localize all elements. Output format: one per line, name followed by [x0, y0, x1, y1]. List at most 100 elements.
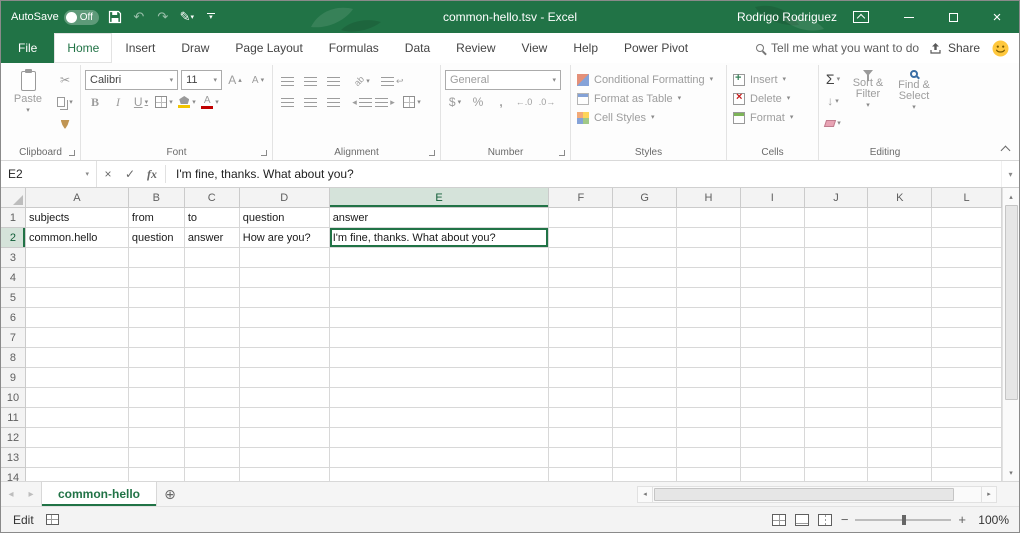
cell-F8[interactable] — [549, 348, 613, 368]
save-button[interactable] — [107, 6, 123, 28]
cell-L7[interactable] — [932, 328, 1002, 348]
cell-G12[interactable] — [613, 428, 677, 448]
cell-A12[interactable] — [26, 428, 129, 448]
page-layout-view-button[interactable] — [795, 514, 809, 526]
column-header-G[interactable]: G — [613, 188, 677, 208]
row-header-7[interactable]: 7 — [1, 328, 26, 348]
cell-J12[interactable] — [805, 428, 869, 448]
delete-cells-button[interactable]: Delete▾ — [731, 89, 814, 108]
cell-A8[interactable] — [26, 348, 129, 368]
cell-B5[interactable] — [129, 288, 185, 308]
cell-J14[interactable] — [805, 468, 869, 481]
tell-me-box[interactable]: Tell me what you want to do — [756, 33, 919, 63]
cell-E9[interactable] — [330, 368, 550, 388]
cell-G7[interactable] — [613, 328, 677, 348]
cell-B1[interactable]: from — [129, 208, 185, 228]
tab-draw[interactable]: Draw — [168, 33, 222, 63]
cell-D2[interactable]: How are you? — [240, 228, 330, 248]
cell-F1[interactable] — [549, 208, 613, 228]
conditional-formatting-button[interactable]: Conditional Formatting▾ — [575, 70, 722, 89]
cell-C7[interactable] — [185, 328, 240, 348]
cell-J10[interactable] — [805, 388, 869, 408]
cell-D5[interactable] — [240, 288, 330, 308]
cell-J8[interactable] — [805, 348, 869, 368]
scroll-down-button[interactable]: ▾ — [1003, 464, 1020, 481]
tab-page-layout[interactable]: Page Layout — [222, 33, 315, 63]
normal-view-button[interactable] — [772, 514, 786, 526]
cell-E10[interactable] — [330, 388, 550, 408]
cell-G10[interactable] — [613, 388, 677, 408]
cell-K7[interactable] — [868, 328, 932, 348]
cell-E13[interactable] — [330, 448, 550, 468]
clear-button[interactable]: ▾ — [823, 114, 843, 132]
cell-L3[interactable] — [932, 248, 1002, 268]
decrease-decimal-button[interactable]: .0→ — [537, 93, 557, 111]
row-header-13[interactable]: 13 — [1, 448, 26, 468]
cell-E7[interactable] — [330, 328, 550, 348]
cell-H3[interactable] — [677, 248, 741, 268]
expand-formula-bar-button[interactable]: ▾ — [1001, 161, 1019, 187]
cell-H8[interactable] — [677, 348, 741, 368]
cell-I7[interactable] — [741, 328, 805, 348]
cell-H7[interactable] — [677, 328, 741, 348]
cell-D11[interactable] — [240, 408, 330, 428]
zoom-slider-thumb[interactable] — [902, 515, 906, 525]
bold-button[interactable]: B — [85, 93, 105, 111]
maximize-button[interactable] — [931, 1, 975, 33]
column-header-D[interactable]: D — [240, 188, 330, 208]
top-align-button[interactable] — [277, 72, 297, 90]
format-as-table-button[interactable]: Format as Table▾ — [575, 89, 722, 108]
cell-K12[interactable] — [868, 428, 932, 448]
column-header-L[interactable]: L — [932, 188, 1002, 208]
cell-L11[interactable] — [932, 408, 1002, 428]
bottom-align-button[interactable] — [323, 72, 343, 90]
number-dialog-launcher[interactable] — [559, 150, 565, 156]
zoom-slider[interactable] — [855, 519, 951, 521]
scroll-left-button[interactable]: ◂ — [637, 486, 653, 503]
paste-button[interactable]: Paste ▾ — [5, 67, 51, 114]
autosum-button[interactable]: Σ▾ — [823, 70, 843, 88]
cell-I10[interactable] — [741, 388, 805, 408]
align-left-button[interactable] — [277, 93, 297, 111]
cell-C13[interactable] — [185, 448, 240, 468]
cell-C14[interactable] — [185, 468, 240, 481]
formula-input[interactable]: I'm fine, thanks. What about you? — [168, 161, 1001, 187]
cell-C3[interactable] — [185, 248, 240, 268]
cell-I13[interactable] — [741, 448, 805, 468]
select-all-corner[interactable] — [1, 188, 26, 208]
zoom-in-button[interactable]: + — [958, 512, 966, 527]
orientation-button[interactable]: ab▾ — [352, 72, 372, 90]
cell-L13[interactable] — [932, 448, 1002, 468]
cell-I12[interactable] — [741, 428, 805, 448]
cell-I8[interactable] — [741, 348, 805, 368]
row-header-3[interactable]: 3 — [1, 248, 26, 268]
next-sheet-button[interactable]: ▸ — [21, 482, 41, 506]
cell-G13[interactable] — [613, 448, 677, 468]
share-button[interactable]: Share — [929, 33, 980, 63]
font-size-combo[interactable]: 11▾ — [181, 70, 222, 90]
align-center-button[interactable] — [300, 93, 320, 111]
cell-F5[interactable] — [549, 288, 613, 308]
cell-E1[interactable]: answer — [330, 208, 550, 228]
merge-center-button[interactable]: ▾ — [402, 93, 422, 111]
cell-C9[interactable] — [185, 368, 240, 388]
tab-formulas[interactable]: Formulas — [316, 33, 392, 63]
cell-A3[interactable] — [26, 248, 129, 268]
column-header-B[interactable]: B — [129, 188, 185, 208]
comma-style-button[interactable]: , — [491, 93, 511, 111]
cell-H2[interactable] — [677, 228, 741, 248]
column-header-A[interactable]: A — [26, 188, 129, 208]
cell-L6[interactable] — [932, 308, 1002, 328]
row-header-12[interactable]: 12 — [1, 428, 26, 448]
cell-B12[interactable] — [129, 428, 185, 448]
column-header-H[interactable]: H — [677, 188, 741, 208]
middle-align-button[interactable] — [300, 72, 320, 90]
cell-I14[interactable] — [741, 468, 805, 481]
cell-H9[interactable] — [677, 368, 741, 388]
cell-L8[interactable] — [932, 348, 1002, 368]
row-header-10[interactable]: 10 — [1, 388, 26, 408]
cell-I11[interactable] — [741, 408, 805, 428]
cell-L12[interactable] — [932, 428, 1002, 448]
column-header-J[interactable]: J — [805, 188, 869, 208]
cell-C6[interactable] — [185, 308, 240, 328]
